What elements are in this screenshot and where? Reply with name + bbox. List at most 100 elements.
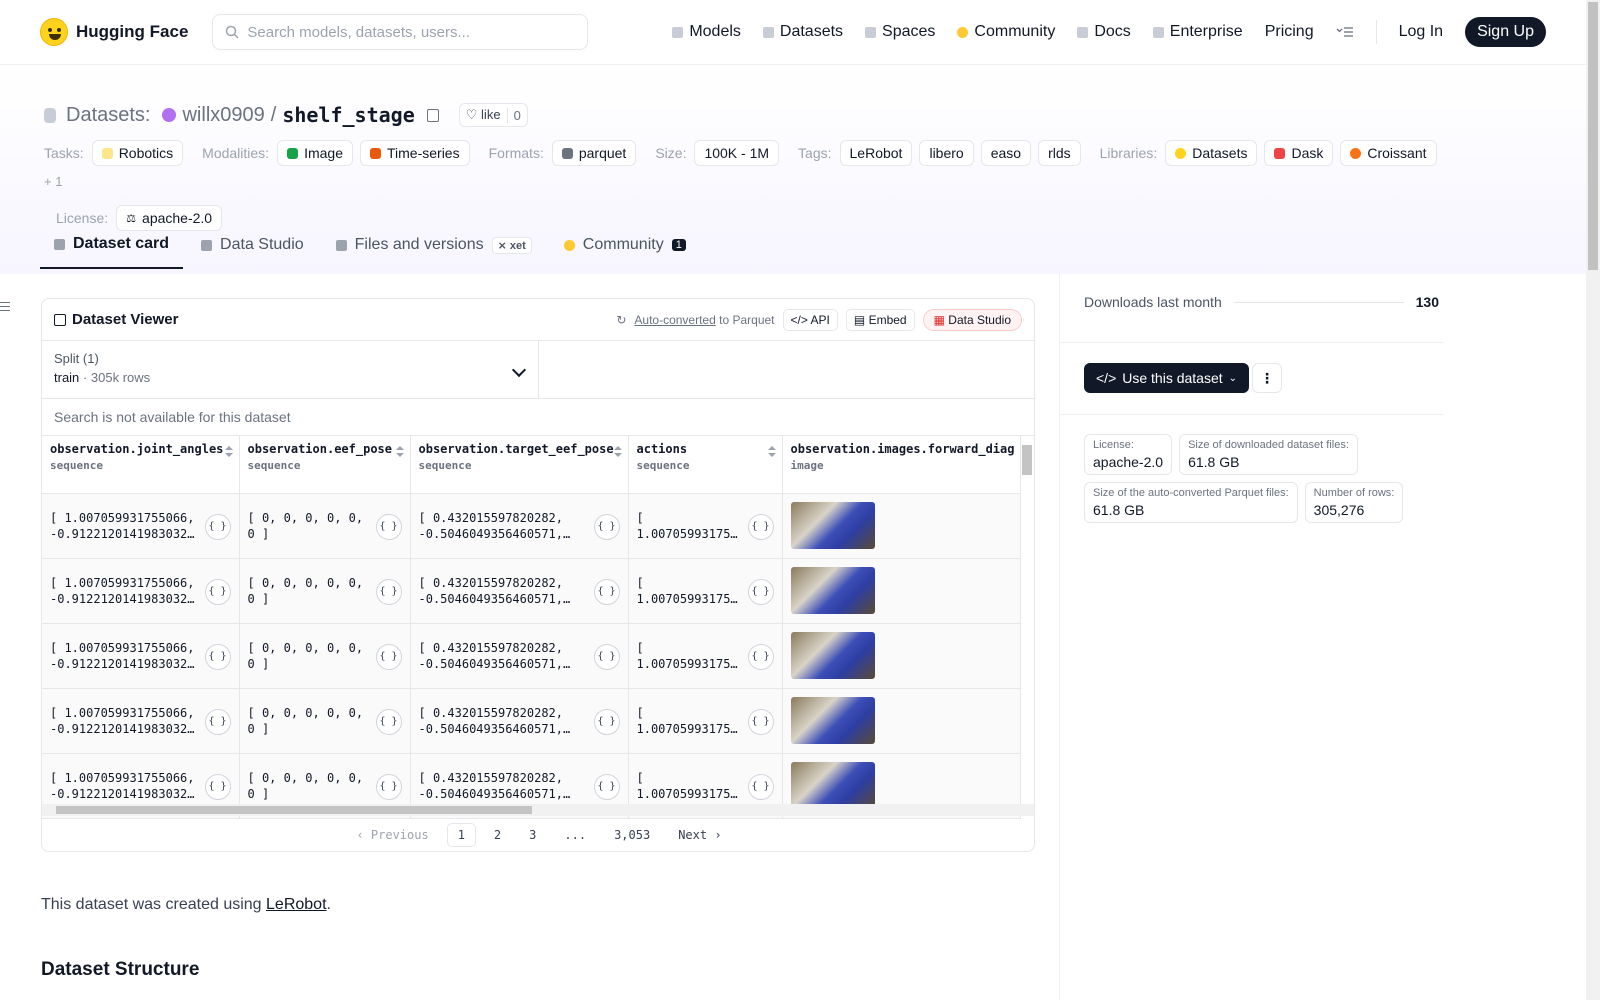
sort-icon[interactable]	[395, 446, 404, 458]
expand-json-icon[interactable]: { }	[375, 773, 402, 800]
nav-pricing[interactable]: Pricing	[1265, 23, 1314, 41]
nav-datasets[interactable]: Datasets	[762, 23, 843, 41]
scrollbar-thumb[interactable]	[1588, 2, 1598, 270]
table-cell[interactable]: [ 1.00705993175…{ }	[628, 688, 783, 754]
table-cell[interactable]: [ 1.00705993175…{ }	[628, 558, 783, 624]
sort-icon[interactable]	[767, 446, 776, 458]
nav-docs[interactable]: Docs	[1077, 23, 1131, 41]
expand-json-icon[interactable]: { }	[593, 578, 620, 605]
expand-json-icon[interactable]: { }	[747, 578, 774, 605]
table-cell[interactable]: [ 1.007059931755066, -0.9122120141983032…	[42, 493, 240, 559]
expand-json-icon[interactable]: { }	[593, 513, 620, 540]
tag-datasets[interactable]: Datasets	[1165, 140, 1258, 166]
col-eef-pose[interactable]: observation.eef_pose sequence	[239, 436, 411, 494]
sort-icon[interactable]	[613, 446, 622, 458]
next-page-button[interactable]: Next ›	[668, 824, 731, 846]
embed-button[interactable]: ▤ Embed	[845, 308, 915, 331]
table-cell[interactable]	[782, 623, 1021, 689]
menu-icon[interactable]	[1336, 26, 1354, 38]
copy-icon[interactable]	[426, 108, 439, 122]
tag-croissant[interactable]: Croissant	[1340, 140, 1437, 166]
page-1-button[interactable]: 1	[446, 823, 476, 847]
table-cell[interactable]: [ 0, 0, 0, 0, 0, 0 ]{ }	[239, 493, 411, 559]
expand-json-icon[interactable]: { }	[747, 708, 774, 735]
table-horizontal-scrollbar[interactable]	[42, 804, 1034, 816]
login-link[interactable]: Log In	[1399, 23, 1443, 41]
image-thumbnail[interactable]	[790, 762, 875, 809]
tab-dataset-card[interactable]: Dataset card	[40, 227, 184, 269]
table-cell[interactable]: [ 1.00705993175…{ }	[628, 493, 783, 559]
table-cell[interactable]: [ 1.007059931755066, -0.9122120141983032…	[42, 623, 240, 689]
prev-page-button[interactable]: ‹ Previous	[346, 824, 438, 846]
expand-json-icon[interactable]: { }	[593, 708, 620, 735]
lerobot-link[interactable]: LeRobot	[266, 896, 327, 913]
signup-button[interactable]: Sign Up	[1465, 17, 1546, 47]
table-cell[interactable]	[782, 688, 1021, 754]
col-target-eef-pose[interactable]: observation.target_eef_pose sequence	[410, 436, 629, 494]
hf-logo[interactable]: Hugging Face	[40, 18, 188, 46]
tag-robotics[interactable]: Robotics	[91, 140, 184, 166]
expand-json-icon[interactable]: { }	[747, 643, 774, 670]
table-row[interactable]: [ 1.007059931755066, -0.9122120141983032…	[42, 493, 1021, 559]
data-studio-button[interactable]: ▦ Data Studio	[922, 308, 1022, 331]
dataset-name[interactable]: shelf_stage	[282, 103, 414, 127]
split-selector[interactable]: Split (1) train · 305k rows	[42, 341, 539, 398]
tag-lerobot[interactable]: LeRobot	[839, 140, 913, 166]
image-thumbnail[interactable]	[790, 567, 875, 614]
tag-dask[interactable]: Dask	[1264, 140, 1334, 166]
sort-icon[interactable]	[224, 446, 233, 458]
expand-json-icon[interactable]: { }	[204, 708, 231, 735]
scrollbar-thumb[interactable]	[56, 806, 532, 814]
expand-json-icon[interactable]: { }	[747, 513, 774, 540]
nav-enterprise[interactable]: Enterprise	[1152, 23, 1243, 41]
col-joint-angles[interactable]: observation.joint_angles sequence	[42, 436, 240, 494]
more-options-icon[interactable]: ⋮	[1252, 363, 1282, 393]
page-scrollbar[interactable]	[1586, 0, 1600, 1000]
image-thumbnail[interactable]	[790, 502, 875, 549]
nav-models[interactable]: Models	[672, 23, 741, 41]
expand-json-icon[interactable]: { }	[204, 643, 231, 670]
table-row[interactable]: [ 1.007059931755066, -0.9122120141983032…	[42, 623, 1021, 689]
expand-json-icon[interactable]: { }	[593, 643, 620, 670]
table-cell[interactable]: [ 0.432015597820282, -0.5046049356460571…	[410, 623, 629, 689]
tab-files[interactable]: Files and versions ⨯ xet	[322, 227, 546, 269]
table-cell[interactable]	[782, 493, 1021, 559]
image-thumbnail[interactable]	[790, 697, 875, 744]
expand-json-icon[interactable]: { }	[375, 643, 402, 670]
table-row[interactable]: [ 1.007059931755066, -0.9122120141983032…	[42, 558, 1021, 624]
nav-spaces[interactable]: Spaces	[865, 23, 935, 41]
expand-json-icon[interactable]: { }	[375, 708, 402, 735]
table-row[interactable]: [ 1.007059931755066, -0.9122120141983032…	[42, 688, 1021, 754]
like-button[interactable]: ♡ like 0	[458, 103, 528, 127]
tag-image[interactable]: Image	[277, 140, 353, 166]
expand-json-icon[interactable]: { }	[593, 773, 620, 800]
table-cell[interactable]: [ 1.00705993175…{ }	[628, 623, 783, 689]
scrollbar-thumb[interactable]	[1022, 445, 1032, 475]
use-dataset-button[interactable]: </> Use this dataset ⌄	[1084, 363, 1250, 393]
tab-community[interactable]: Community 1	[550, 227, 700, 269]
tag-libero[interactable]: libero	[919, 140, 974, 166]
table-cell[interactable]: [ 0.432015597820282, -0.5046049356460571…	[410, 493, 629, 559]
table-cell[interactable]: [ 0, 0, 0, 0, 0, 0 ]{ }	[239, 623, 411, 689]
col-actions[interactable]: actions sequence	[628, 436, 783, 494]
api-button[interactable]: </> API	[782, 308, 838, 331]
tag-rlds[interactable]: rlds	[1038, 140, 1081, 166]
org-link[interactable]: willx0909	[182, 104, 264, 127]
tab-data-studio[interactable]: Data Studio	[187, 227, 318, 269]
toc-toggle-icon[interactable]	[0, 302, 10, 314]
table-cell[interactable]: [ 0.432015597820282, -0.5046049356460571…	[410, 558, 629, 624]
image-thumbnail[interactable]	[790, 632, 875, 679]
search-input[interactable]: Search models, datasets, users...	[212, 14, 589, 50]
expand-json-icon[interactable]: { }	[204, 513, 231, 540]
page-3-button[interactable]: 3	[519, 824, 546, 846]
expand-json-icon[interactable]: { }	[747, 773, 774, 800]
expand-json-icon[interactable]: { }	[375, 578, 402, 605]
expand-json-icon[interactable]: { }	[375, 513, 402, 540]
tag-parquet[interactable]: parquet	[551, 140, 637, 166]
table-cell[interactable]: [ 0, 0, 0, 0, 0, 0 ]{ }	[239, 688, 411, 754]
auto-converted-link[interactable]: Auto-converted to Parquet	[634, 313, 774, 327]
expand-json-icon[interactable]: { }	[204, 773, 231, 800]
col-forward-diag-image[interactable]: observation.images.forward_diag image	[782, 436, 1021, 494]
tag-size[interactable]: 100K - 1M	[694, 140, 780, 166]
expand-json-icon[interactable]: { }	[204, 578, 231, 605]
